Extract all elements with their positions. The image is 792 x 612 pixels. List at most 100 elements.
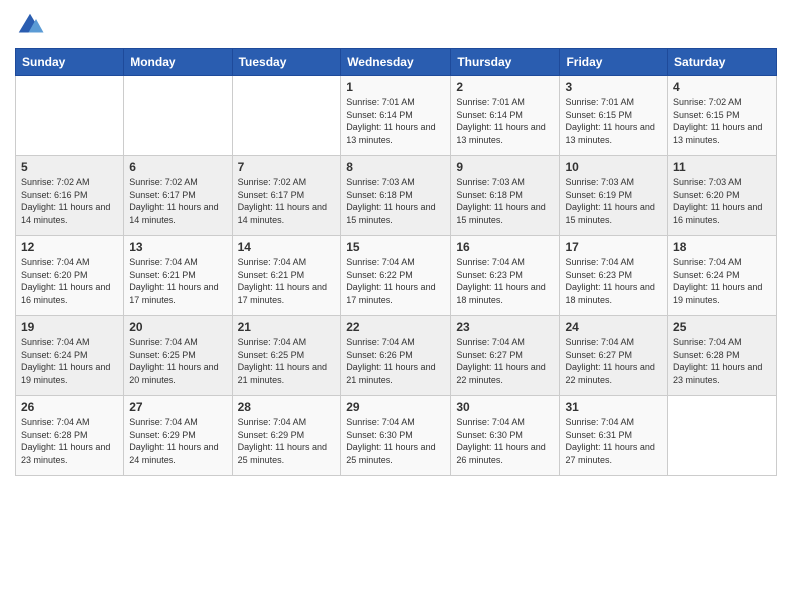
day-number: 31 [565,400,662,414]
weekday-header: Sunday [16,49,124,76]
day-number: 16 [456,240,554,254]
day-number: 14 [238,240,336,254]
day-info: Sunrise: 7:04 AMSunset: 6:31 PMDaylight:… [565,416,662,466]
day-number: 3 [565,80,662,94]
day-number: 22 [346,320,445,334]
logo [15,10,49,40]
calendar-cell: 13Sunrise: 7:04 AMSunset: 6:21 PMDayligh… [124,236,232,316]
calendar-cell [124,76,232,156]
day-number: 1 [346,80,445,94]
header [15,10,777,40]
day-number: 13 [129,240,226,254]
day-number: 19 [21,320,118,334]
calendar-cell: 24 Sunrise: 7:04 AMSunset: 6:27 PMDayligh… [560,316,668,396]
day-info: Sunrise: 7:03 AMSunset: 6:19 PMDaylight:… [565,176,662,226]
day-number: 9 [456,160,554,174]
calendar-cell: 2Sunrise: 7:01 AMSunset: 6:14 PMDaylight… [451,76,560,156]
day-info: Sunrise: 7:04 AMSunset: 6:27 PMDaylight:… [456,336,554,386]
day-info: Sunrise: 7:01 AMSunset: 6:15 PMDaylight:… [565,96,662,146]
day-number: 11 [673,160,771,174]
day-info: Sunrise: 7:02 AMSunset: 6:17 PMDaylight:… [238,176,336,226]
day-info: Sunrise: 7:04 AMSunset: 6:29 PMDaylight:… [129,416,226,466]
day-info: Sunrise: 7:04 AMSunset: 6:22 PMDaylight:… [346,256,445,306]
calendar-week-row: 1 Sunrise: 7:01 AMSunset: 6:14 PMDaylight… [16,76,777,156]
calendar-week-row: 5Sunrise: 7:02 AMSunset: 6:16 PMDaylight… [16,156,777,236]
day-info: Sunrise: 7:04 AMSunset: 6:28 PMDaylight:… [21,416,118,466]
day-number: 7 [238,160,336,174]
day-number: 6 [129,160,226,174]
calendar-cell: 12 Sunrise: 7:04 AMSunset: 6:20 PMDayligh… [16,236,124,316]
day-number: 21 [238,320,336,334]
weekday-header: Saturday [668,49,777,76]
day-number: 26 [21,400,118,414]
day-number: 12 [21,240,118,254]
day-info: Sunrise: 7:04 AMSunset: 6:23 PMDaylight:… [456,256,554,306]
calendar-cell: 18Sunrise: 7:04 AMSunset: 6:24 PMDayligh… [668,236,777,316]
day-info: Sunrise: 7:04 AMSunset: 6:24 PMDaylight:… [673,256,771,306]
day-info: Sunrise: 7:02 AMSunset: 6:16 PMDaylight:… [21,176,118,226]
logo-icon [15,10,45,40]
day-info: Sunrise: 7:03 AMSunset: 6:20 PMDaylight:… [673,176,771,226]
day-info: Sunrise: 7:04 AMSunset: 6:28 PMDaylight:… [673,336,771,386]
calendar-cell: 27 Sunrise: 7:04 AMSunset: 6:29 PMDayligh… [124,396,232,476]
calendar-cell: 16 Sunrise: 7:04 AMSunset: 6:23 PMDayligh… [451,236,560,316]
calendar-cell: 1 Sunrise: 7:01 AMSunset: 6:14 PMDaylight… [341,76,451,156]
calendar-cell: 30 Sunrise: 7:04 AMSunset: 6:30 PMDayligh… [451,396,560,476]
day-number: 27 [129,400,226,414]
calendar-cell: 5Sunrise: 7:02 AMSunset: 6:16 PMDaylight… [16,156,124,236]
day-number: 24 [565,320,662,334]
day-info: Sunrise: 7:04 AMSunset: 6:25 PMDaylight:… [129,336,226,386]
day-info: Sunrise: 7:04 AMSunset: 6:30 PMDaylight:… [456,416,554,466]
day-info: Sunrise: 7:02 AMSunset: 6:15 PMDaylight:… [673,96,771,146]
calendar-cell: 21 Sunrise: 7:04 AMSunset: 6:25 PMDayligh… [232,316,341,396]
day-number: 25 [673,320,771,334]
calendar: SundayMondayTuesdayWednesdayThursdayFrid… [15,48,777,476]
day-info: Sunrise: 7:03 AMSunset: 6:18 PMDaylight:… [346,176,445,226]
day-number: 20 [129,320,226,334]
calendar-cell [232,76,341,156]
calendar-cell: 28 Sunrise: 7:04 AMSunset: 6:29 PMDayligh… [232,396,341,476]
calendar-cell: 20 Sunrise: 7:04 AMSunset: 6:25 PMDayligh… [124,316,232,396]
day-number: 28 [238,400,336,414]
day-info: Sunrise: 7:04 AMSunset: 6:29 PMDaylight:… [238,416,336,466]
calendar-cell: 6 Sunrise: 7:02 AMSunset: 6:17 PMDaylight… [124,156,232,236]
day-number: 23 [456,320,554,334]
day-info: Sunrise: 7:04 AMSunset: 6:27 PMDaylight:… [565,336,662,386]
calendar-cell: 3 Sunrise: 7:01 AMSunset: 6:15 PMDaylight… [560,76,668,156]
day-info: Sunrise: 7:04 AMSunset: 6:25 PMDaylight:… [238,336,336,386]
calendar-cell: 10 Sunrise: 7:03 AMSunset: 6:19 PMDayligh… [560,156,668,236]
calendar-cell: 9 Sunrise: 7:03 AMSunset: 6:18 PMDaylight… [451,156,560,236]
day-number: 4 [673,80,771,94]
calendar-cell: 26 Sunrise: 7:04 AMSunset: 6:28 PMDayligh… [16,396,124,476]
calendar-cell: 15Sunrise: 7:04 AMSunset: 6:22 PMDayligh… [341,236,451,316]
calendar-cell: 4 Sunrise: 7:02 AMSunset: 6:15 PMDaylight… [668,76,777,156]
day-number: 8 [346,160,445,174]
day-info: Sunrise: 7:04 AMSunset: 6:23 PMDaylight:… [565,256,662,306]
day-number: 30 [456,400,554,414]
calendar-week-row: 26 Sunrise: 7:04 AMSunset: 6:28 PMDayligh… [16,396,777,476]
calendar-cell: 14 Sunrise: 7:04 AMSunset: 6:21 PMDayligh… [232,236,341,316]
day-info: Sunrise: 7:04 AMSunset: 6:30 PMDaylight:… [346,416,445,466]
day-info: Sunrise: 7:04 AMSunset: 6:20 PMDaylight:… [21,256,118,306]
weekday-header: Thursday [451,49,560,76]
day-info: Sunrise: 7:01 AMSunset: 6:14 PMDaylight:… [346,96,445,146]
day-info: Sunrise: 7:04 AMSunset: 6:24 PMDaylight:… [21,336,118,386]
weekday-header-row: SundayMondayTuesdayWednesdayThursdayFrid… [16,49,777,76]
day-number: 10 [565,160,662,174]
weekday-header: Wednesday [341,49,451,76]
calendar-cell: 29 Sunrise: 7:04 AMSunset: 6:30 PMDayligh… [341,396,451,476]
day-info: Sunrise: 7:04 AMSunset: 6:26 PMDaylight:… [346,336,445,386]
calendar-cell: 23 Sunrise: 7:04 AMSunset: 6:27 PMDayligh… [451,316,560,396]
weekday-header: Tuesday [232,49,341,76]
day-number: 29 [346,400,445,414]
day-number: 17 [565,240,662,254]
calendar-cell [16,76,124,156]
day-info: Sunrise: 7:02 AMSunset: 6:17 PMDaylight:… [129,176,226,226]
day-info: Sunrise: 7:01 AMSunset: 6:14 PMDaylight:… [456,96,554,146]
weekday-header: Monday [124,49,232,76]
day-info: Sunrise: 7:04 AMSunset: 6:21 PMDaylight:… [238,256,336,306]
calendar-cell: 19 Sunrise: 7:04 AMSunset: 6:24 PMDayligh… [16,316,124,396]
weekday-header: Friday [560,49,668,76]
day-info: Sunrise: 7:03 AMSunset: 6:18 PMDaylight:… [456,176,554,226]
calendar-cell: 22 Sunrise: 7:04 AMSunset: 6:26 PMDayligh… [341,316,451,396]
